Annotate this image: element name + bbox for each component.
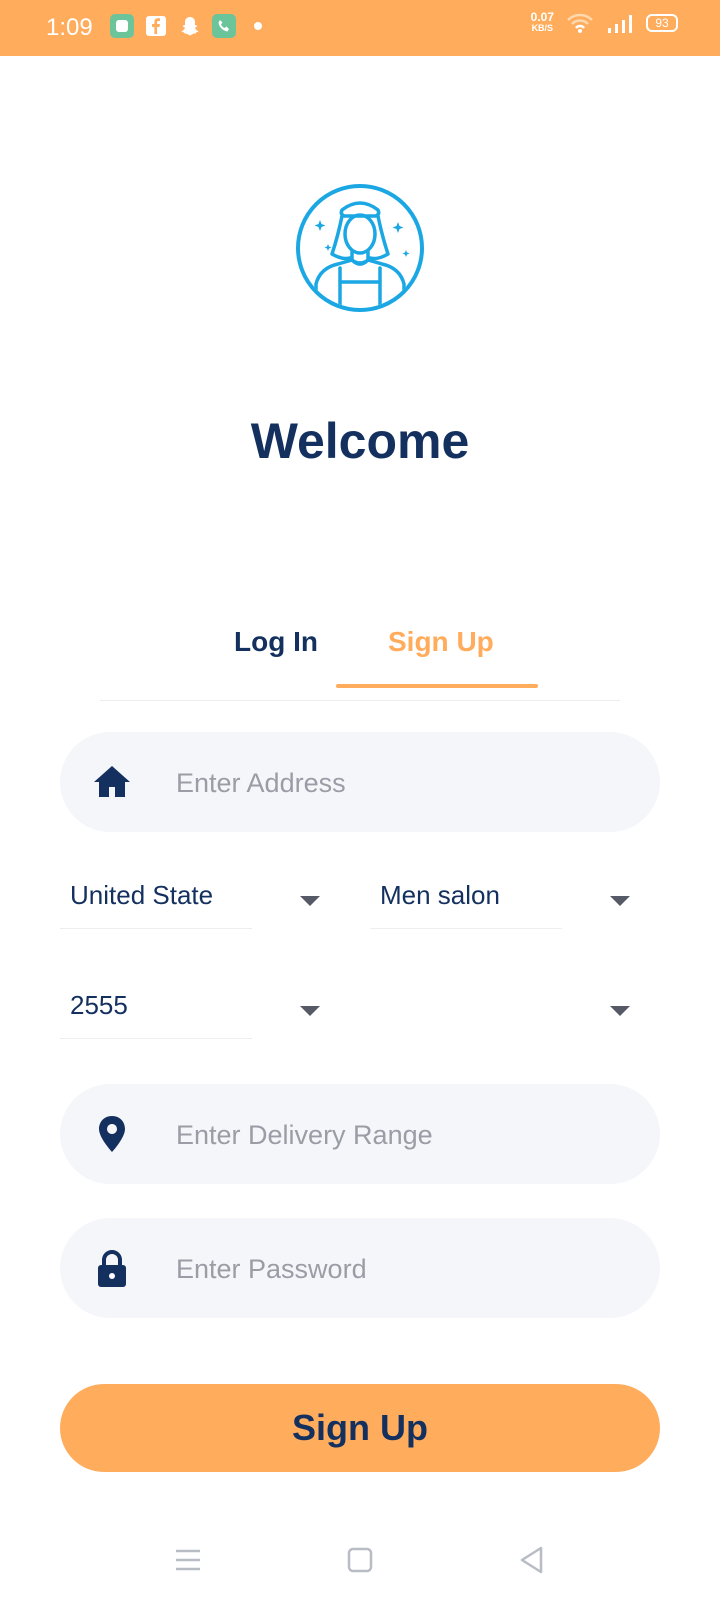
system-status: 0.07 KB/S 93 [530, 10, 678, 34]
country-value: United State [70, 880, 214, 910]
chevron-down-icon [300, 1006, 320, 1016]
phone-app-icon [212, 14, 236, 38]
chevron-down-icon [610, 896, 630, 906]
snapchat-icon [178, 14, 202, 38]
home-icon [94, 766, 130, 797]
signup-button[interactable]: Sign Up [60, 1384, 660, 1472]
tab-login[interactable]: Log In [234, 626, 318, 658]
address-input[interactable] [174, 732, 638, 834]
wifi-icon [567, 13, 593, 33]
chevron-down-icon [610, 1006, 630, 1016]
chevron-down-icon [300, 896, 320, 906]
notification-dot [254, 22, 262, 30]
category-underline [370, 928, 562, 929]
back-triangle-icon[interactable] [512, 1540, 552, 1580]
signal-icon [608, 15, 632, 33]
delivery-range-input[interactable] [174, 1084, 638, 1186]
female-worker-avatar-icon [296, 184, 424, 312]
welcome-title: Welcome [250, 413, 470, 469]
battery-icon: 93 [646, 14, 678, 32]
lock-icon [98, 1250, 126, 1287]
address-field[interactable] [60, 732, 660, 834]
notification-icons [110, 14, 262, 38]
home-square-icon[interactable] [340, 1540, 380, 1580]
delivery-range-field[interactable] [60, 1084, 660, 1186]
location-pin-icon [99, 1116, 125, 1152]
tab-signup[interactable]: Sign Up [388, 626, 494, 658]
city-dropdown[interactable] [370, 980, 630, 1040]
country-underline [60, 928, 252, 929]
net-speed: 0.07 KB/S [530, 10, 554, 33]
auth-tabs: Log In Sign Up [100, 612, 620, 701]
zip-dropdown[interactable]: 2555 [60, 980, 320, 1040]
category-value: Men salon [380, 880, 500, 910]
password-input[interactable] [174, 1218, 638, 1320]
facebook-icon [144, 14, 168, 38]
menu-icon[interactable] [168, 1540, 208, 1580]
active-tab-indicator [336, 684, 538, 688]
status-time: 1:09 [46, 14, 93, 41]
zip-underline [60, 1038, 252, 1039]
system-nav-bar [0, 1520, 720, 1600]
category-dropdown[interactable]: Men salon [370, 870, 630, 930]
country-dropdown[interactable]: United State [60, 870, 320, 930]
status-bar: 1:09 0.07 KB/S 93 [0, 0, 720, 56]
password-field[interactable] [60, 1218, 660, 1320]
zip-value: 2555 [70, 990, 128, 1020]
message-app-icon [110, 14, 134, 38]
